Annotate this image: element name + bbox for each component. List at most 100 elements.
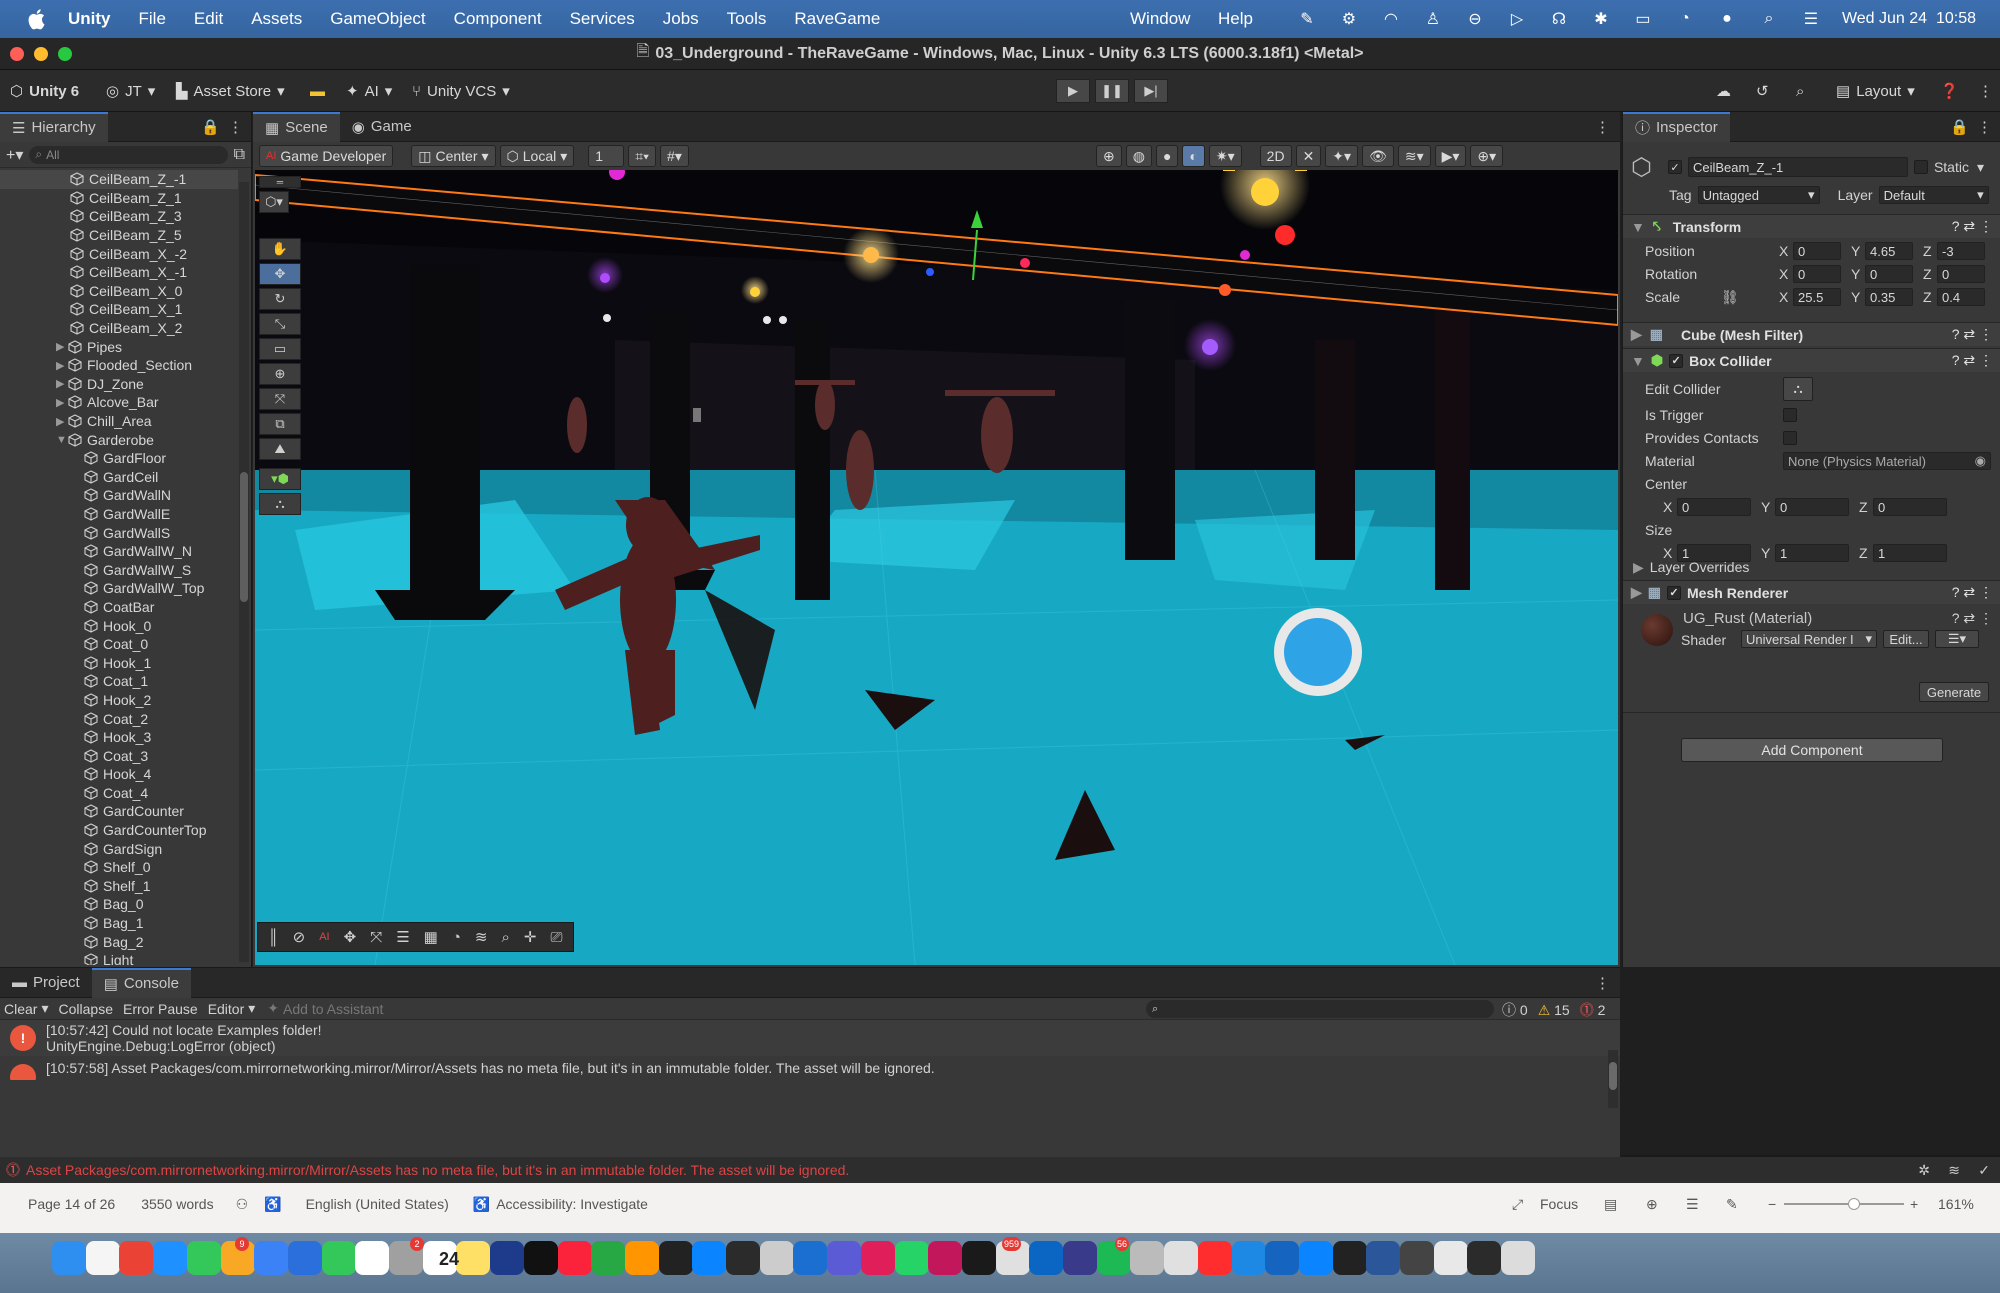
palette-handle[interactable]: ═ bbox=[259, 176, 301, 188]
rotation-x-field[interactable]: 0 bbox=[1793, 265, 1841, 283]
hierarchy-item[interactable]: GardWallN bbox=[0, 486, 238, 505]
shaded-wire-button[interactable]: ◍ bbox=[1125, 145, 1152, 167]
center-z-field[interactable]: 0 bbox=[1873, 498, 1947, 516]
spotlight-search-icon[interactable]: ⌕ bbox=[1758, 8, 1780, 30]
menubar-clock[interactable]: Wed Jun 24 10:58 bbox=[1842, 10, 1976, 28]
menu-tools[interactable]: Tools bbox=[727, 9, 767, 29]
account-dropdown[interactable]: ◎ JT ▾ bbox=[106, 78, 155, 104]
info-count-toggle[interactable]: ⓘ 0 bbox=[1502, 1000, 1528, 1020]
dock-app-icon[interactable] bbox=[759, 1241, 794, 1275]
menu-jobs[interactable]: Jobs bbox=[663, 9, 699, 29]
shader-dropdown[interactable]: Universal Render I ▾ bbox=[1741, 630, 1877, 648]
hierarchy-item[interactable]: Shelf_1 bbox=[0, 877, 238, 896]
menu-edit[interactable]: Edit bbox=[194, 9, 223, 29]
hierarchy-item[interactable]: Coat_4 bbox=[0, 784, 238, 803]
console-entry[interactable]: ! [10:57:42] Could not locate Examples f… bbox=[0, 1020, 1620, 1056]
accessibility-status[interactable]: Accessibility: Investigate bbox=[496, 1196, 648, 1212]
dock-app-icon[interactable] bbox=[1501, 1241, 1536, 1275]
scale-z-field[interactable]: 0.4 bbox=[1937, 288, 1985, 306]
object-name-field[interactable]: CeilBeam_Z_-1 bbox=[1687, 157, 1908, 177]
proofing-icon[interactable]: ⚇ bbox=[236, 1196, 249, 1213]
help-button[interactable]: ❓ bbox=[1940, 78, 1959, 104]
add-component-button[interactable]: Add Component bbox=[1681, 738, 1943, 762]
hierarchy-item[interactable]: GardCeil bbox=[0, 468, 238, 487]
rect-tool-button[interactable]: ▭ bbox=[259, 338, 301, 360]
collapse-toggle[interactable]: Collapse bbox=[59, 1001, 113, 1017]
shaded-button[interactable]: ● bbox=[1155, 145, 1179, 167]
dock-app-icon[interactable] bbox=[591, 1241, 626, 1275]
fold-open-icon[interactable]: ▼ bbox=[56, 434, 67, 446]
size-z-field[interactable]: 1 bbox=[1873, 544, 1947, 562]
kebab-menu-icon[interactable]: ⋮ bbox=[228, 118, 243, 136]
layer-dropdown[interactable]: Default ▾ bbox=[1878, 186, 1989, 204]
dock-app-icon[interactable] bbox=[490, 1241, 525, 1275]
collider-tool-button[interactable]: ▾⬢ bbox=[259, 468, 301, 490]
dock-app-icon[interactable] bbox=[624, 1241, 659, 1275]
hierarchy-item[interactable]: Hook_0 bbox=[0, 616, 238, 635]
view-options-button[interactable]: ⬡▾ bbox=[259, 191, 289, 213]
zoom-level[interactable]: 161% bbox=[1938, 1196, 1974, 1212]
scale-overlay-icon[interactable]: ⤧ bbox=[370, 929, 382, 946]
component-help-icon[interactable]: ? ⇄ ⋮ bbox=[1952, 584, 1993, 601]
status-figure-icon[interactable]: ♙ bbox=[1422, 8, 1444, 30]
fold-closed-icon[interactable]: ▶ bbox=[56, 359, 66, 372]
dock-app-icon[interactable] bbox=[827, 1241, 862, 1275]
web-layout-icon[interactable]: ⊕ bbox=[1646, 1196, 1658, 1213]
space-local-dropdown[interactable]: ⬡ Local ▾ bbox=[499, 145, 575, 167]
outline-icon[interactable]: ☰ bbox=[1686, 1196, 1699, 1213]
status-gauge-icon[interactable]: ◠ bbox=[1380, 8, 1402, 30]
sphere-overlay-icon[interactable]: ◔ bbox=[452, 929, 461, 946]
physics-material-field[interactable]: None (Physics Material) ◉ bbox=[1783, 452, 1991, 470]
hierarchy-filter-icon[interactable]: ⧉ bbox=[234, 146, 245, 164]
mesh-renderer-enabled-checkbox[interactable]: ✓ bbox=[1667, 585, 1682, 600]
close-window-button[interactable] bbox=[10, 47, 24, 61]
zoom-slider[interactable] bbox=[1784, 1198, 1904, 1210]
size-y-field[interactable]: 1 bbox=[1775, 544, 1849, 562]
hierarchy-item[interactable]: Bag_2 bbox=[0, 932, 238, 951]
pan-overlay-icon[interactable]: ✛ bbox=[524, 928, 537, 946]
layers-dropdown[interactable]: ≋▾ bbox=[1397, 145, 1431, 167]
add-object-button[interactable]: +▾ bbox=[6, 145, 23, 165]
hierarchy-item[interactable]: GardWallE bbox=[0, 505, 238, 524]
menu-assets[interactable]: Assets bbox=[251, 9, 302, 29]
dock-app-icon[interactable] bbox=[254, 1241, 289, 1275]
shader-options-dropdown[interactable]: ☰▾ bbox=[1935, 630, 1979, 648]
dock-app-icon[interactable] bbox=[153, 1241, 188, 1275]
hierarchy-scrollbar[interactable] bbox=[239, 182, 249, 962]
dock-app-icon[interactable] bbox=[321, 1241, 356, 1275]
is-trigger-checkbox[interactable] bbox=[1783, 408, 1797, 422]
camera-dropdown[interactable]: ▶▾ bbox=[1434, 145, 1467, 167]
dock-app-icon[interactable] bbox=[1130, 1241, 1165, 1275]
hierarchy-item[interactable]: ▶ DJ_Zone bbox=[0, 375, 238, 394]
warning-count-toggle[interactable]: ⚠ 15 bbox=[1538, 1002, 1570, 1019]
material-help-icon[interactable]: ? ⇄ ⋮ bbox=[1952, 610, 1993, 627]
cloud-button[interactable]: ☁ bbox=[1716, 78, 1731, 104]
hierarchy-item[interactable]: ▶ Chill_Area bbox=[0, 412, 238, 431]
hierarchy-item[interactable]: GardWallW_Top bbox=[0, 579, 238, 598]
scene-viewport[interactable]: ═ ⬡▾ ✋ ✥ ↻ ⤡ ▭ ⊕ ⤧ ⧉ ⛰ ▾⬢ ⛬ ║ ⊘ AI ✥ ⤧ ☰… bbox=[255, 170, 1618, 965]
move-overlay-icon[interactable]: ✥ bbox=[344, 928, 357, 946]
vcs-dropdown[interactable]: ⑂ Unity VCS ▾ bbox=[412, 78, 510, 104]
hierarchy-item[interactable]: ▶ Alcove_Bar bbox=[0, 393, 238, 412]
dock-app-icon[interactable] bbox=[186, 1241, 221, 1275]
material-preview-sphere[interactable] bbox=[1641, 614, 1673, 646]
custom-tool-button[interactable]: ⤧ bbox=[259, 388, 301, 410]
transform-tool-button[interactable]: ⊕ bbox=[259, 363, 301, 385]
wifi-icon[interactable]: ◔ bbox=[1674, 8, 1696, 30]
2d-toggle[interactable]: 2D bbox=[1259, 145, 1292, 167]
hierarchy-item[interactable]: GardSign bbox=[0, 839, 238, 858]
status-app-icon[interactable]: ✎ bbox=[1296, 8, 1318, 30]
play-button[interactable]: ▶ bbox=[1056, 79, 1090, 103]
wireframe-button[interactable]: ⊕ bbox=[1096, 145, 1122, 167]
shader-edit-button[interactable]: Edit... bbox=[1883, 630, 1929, 648]
error-count-toggle[interactable]: ⓵ 2 bbox=[1580, 1000, 1606, 1020]
dock-app-icon[interactable] bbox=[658, 1241, 693, 1275]
dock-app-icon[interactable] bbox=[1029, 1241, 1064, 1275]
fold-closed-icon[interactable]: ▶ bbox=[56, 377, 66, 390]
active-checkbox[interactable]: ✓ bbox=[1667, 160, 1682, 174]
lit-button[interactable]: ◐ bbox=[1182, 145, 1205, 167]
hierarchy-item[interactable]: CeilBeam_Z_1 bbox=[0, 189, 238, 208]
gizmos-dropdown[interactable]: ⊕▾ bbox=[1470, 145, 1504, 167]
hierarchy-item[interactable]: CeilBeam_X_2 bbox=[0, 319, 238, 338]
object-picker-icon[interactable]: ◉ bbox=[1975, 453, 1986, 469]
